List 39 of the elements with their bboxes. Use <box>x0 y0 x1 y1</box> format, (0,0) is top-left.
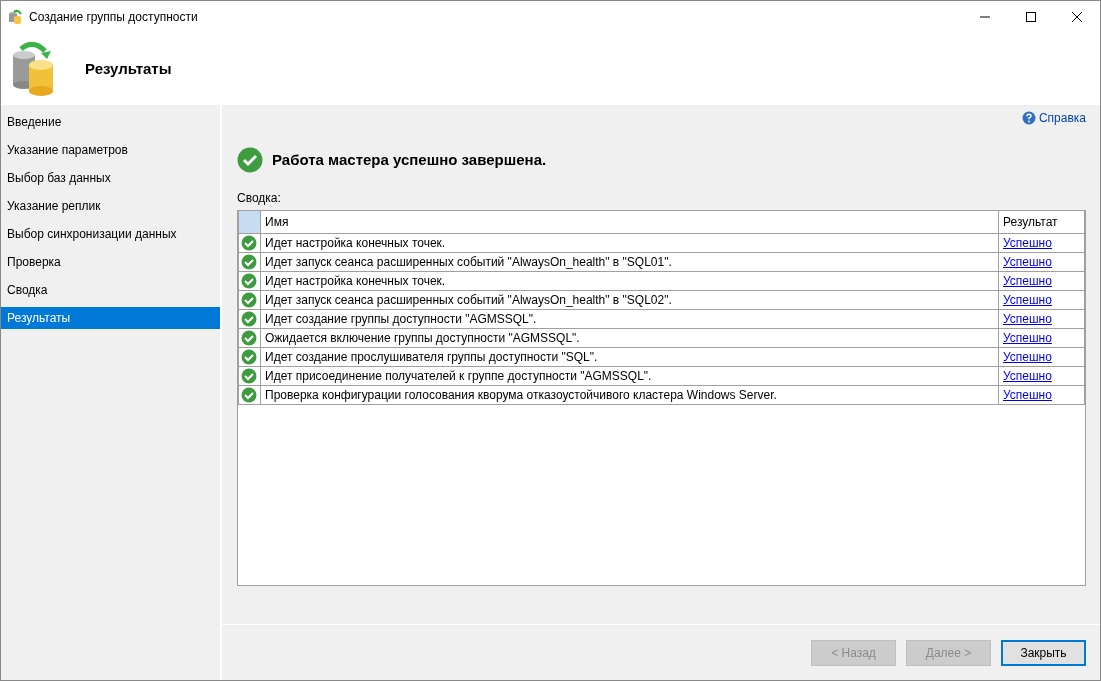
summary-label: Сводка: <box>237 190 281 207</box>
sidebar-item[interactable]: Выбор баз данных <box>1 167 220 189</box>
maximize-icon <box>1026 12 1036 22</box>
success-check-icon <box>241 291 257 308</box>
success-check-icon <box>241 234 257 251</box>
success-check-icon <box>241 386 257 403</box>
table-cell: Идет запуск сеанса расширенных событий "AlwaysOn_health" в "SQL02". <box>260 290 999 309</box>
app-icon <box>7 9 23 25</box>
table-cell: Ожидается включение группы доступности "AGMSSQL". <box>260 328 999 347</box>
table-cell: Идет создание группы доступности "AGMSSQL". <box>260 309 999 328</box>
success-check-icon <box>241 310 257 327</box>
sidebar-item[interactable]: Сводка <box>1 279 220 301</box>
success-check-icon <box>237 147 263 173</box>
sidebar-item[interactable]: Результаты <box>1 307 220 329</box>
sidebar-item[interactable]: Введение <box>1 111 220 133</box>
success-check-icon <box>241 348 257 365</box>
sidebar-item[interactable]: Указание параметров <box>1 139 220 161</box>
table-cell: Идет настройка конечных точек. <box>260 233 999 252</box>
table-cell: Идет запуск сеанса расширенных событий "AlwaysOn_health" в "SQL01". <box>260 252 999 271</box>
success-check-icon <box>241 253 257 270</box>
table-cell: Проверка конфигурации голосования кворума отказоустойчивого кластера Windows Server. <box>260 385 999 404</box>
table-cell: Идет создание прослушивателя группы доступности "SQL". <box>260 347 999 366</box>
success-check-icon <box>241 329 257 346</box>
close-icon <box>1072 12 1082 22</box>
window-title: Создание группы доступности <box>29 9 198 26</box>
table-cell: Идет присоединение получателей к группе доступности "AGMSSQL". <box>260 366 999 385</box>
sidebar-item[interactable]: Выбор синхронизации данных <box>1 223 220 245</box>
status-message: Работа мастера успешно завершена. <box>272 149 547 170</box>
success-check-icon <box>241 367 257 384</box>
sidebar-item[interactable]: Указание реплик <box>1 195 220 217</box>
help-link[interactable]: Справка <box>1021 109 1086 127</box>
wizard-button[interactable]: Закрыть <box>1001 639 1086 666</box>
table-cell: Идет настройка конечных точек. <box>260 271 999 290</box>
column-header: Результат <box>998 211 1085 233</box>
column-header: Имя <box>260 211 999 233</box>
sidebar-item[interactable]: Проверка <box>1 251 220 273</box>
help-icon <box>1021 111 1036 125</box>
page-title: Результаты <box>85 58 172 79</box>
success-check-icon <box>241 272 257 289</box>
